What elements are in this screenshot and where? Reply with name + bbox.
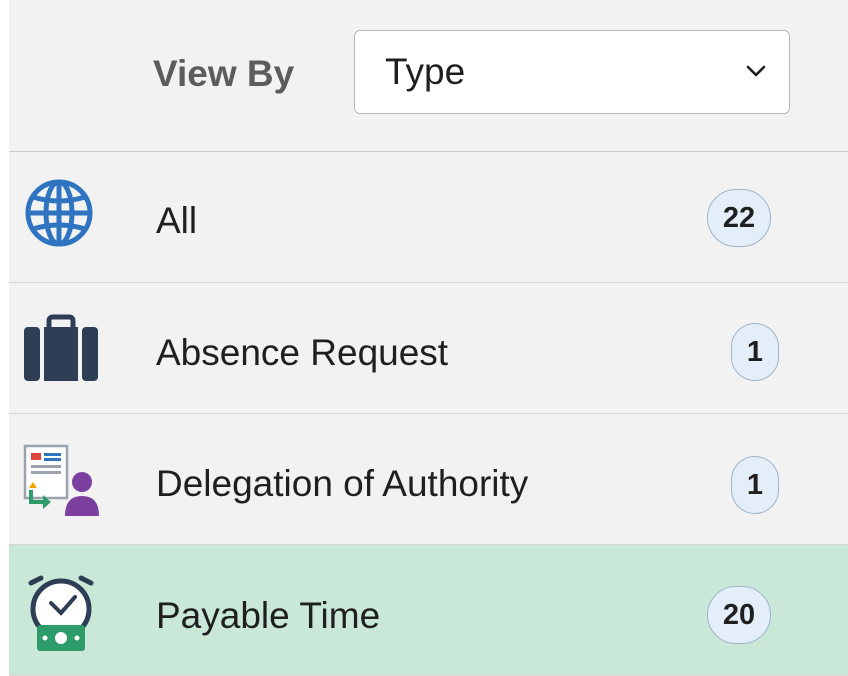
row-label: All [156, 200, 198, 241]
view-by-bar: View By Type [9, 0, 848, 152]
row-payable-time[interactable]: Payable Time 20 [9, 545, 848, 676]
delegation-icon [23, 444, 99, 516]
view-by-panel: View By Type All 22 Absence Request 1 De… [0, 0, 848, 676]
globe-icon [25, 179, 93, 247]
row-label: Payable Time [156, 595, 381, 636]
view-by-select-value: Type [385, 51, 466, 92]
count-badge: 20 [707, 586, 771, 644]
row-label: Delegation of Authority [156, 463, 529, 504]
row-delegation-of-authority[interactable]: Delegation of Authority 1 [9, 414, 848, 545]
view-by-select[interactable]: Type [354, 30, 790, 114]
clock-money-icon [28, 575, 94, 651]
row-absence-request[interactable]: Absence Request 1 [9, 283, 848, 414]
row-label: Absence Request [156, 332, 449, 373]
count-badge: 1 [731, 323, 779, 381]
briefcase-icon [24, 314, 98, 381]
row-all[interactable]: All 22 [9, 152, 848, 283]
count-badge: 22 [707, 189, 771, 247]
chevron-down-icon [746, 65, 766, 77]
view-by-label: View By [153, 53, 295, 94]
count-badge: 1 [731, 456, 779, 514]
